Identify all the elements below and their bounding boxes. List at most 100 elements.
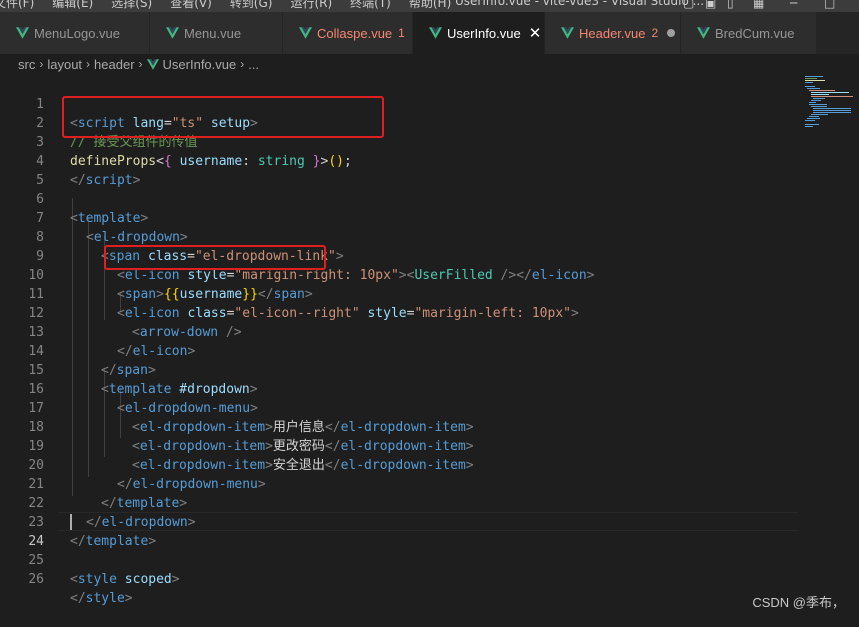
tab-label: Menu.vue bbox=[184, 25, 242, 41]
code-line: 8 <span class="el-dropdown-link"> bbox=[0, 209, 800, 264]
code-editor[interactable]: 1 <script lang="ts" setup> 2 // 接受父组件的传值… bbox=[0, 74, 859, 621]
vue-icon bbox=[16, 27, 29, 39]
menu-run[interactable]: 运行(R) bbox=[290, 0, 332, 11]
panel-toggle-icon[interactable]: ▣ bbox=[705, 0, 716, 10]
chevron-right-icon: › bbox=[138, 57, 143, 71]
breadcrumb: src › layout › header › UserInfo.vue › .… bbox=[0, 54, 859, 74]
minimap-line bbox=[805, 126, 813, 127]
vue-icon bbox=[146, 58, 159, 70]
tab-bredcum[interactable]: BredCum.vue bbox=[681, 12, 817, 54]
minimap-line bbox=[813, 112, 851, 113]
chevron-right-icon: › bbox=[86, 57, 91, 71]
tab-collaspe[interactable]: Collaspe.vue 1 bbox=[283, 12, 413, 54]
token: </ bbox=[70, 591, 86, 606]
code-line: 18 <el-dropdown-item>更改密码</el-dropdown-i… bbox=[0, 399, 800, 454]
watermark: CSDN @季布， bbox=[752, 595, 845, 610]
menu-bar: 文件(F) 编辑(E) 选择(S) 查看(V) 转到(G) 运行(R) 终端(T… bbox=[0, 0, 859, 12]
token: style bbox=[77, 572, 117, 587]
menu-edit[interactable]: 编辑(E) bbox=[52, 0, 93, 11]
minimap-line bbox=[809, 116, 819, 117]
customize-layout-icon[interactable]: ▦ bbox=[753, 0, 764, 10]
code-line: 22 </el-dropdown> bbox=[0, 475, 800, 530]
token: style bbox=[85, 591, 125, 606]
tab-label: MenuLogo.vue bbox=[34, 25, 121, 41]
tab-label: Collaspe.vue bbox=[317, 25, 393, 41]
code-line: 13 </el-icon> bbox=[0, 304, 800, 359]
minimap-line bbox=[813, 108, 851, 109]
minimap-line bbox=[805, 76, 823, 77]
code-line: 1 <script lang="ts" setup> bbox=[0, 76, 800, 131]
code-line: 23 </template> bbox=[0, 494, 800, 549]
minimap-line bbox=[805, 124, 819, 125]
minimap-line bbox=[805, 78, 817, 79]
minimap-line bbox=[813, 98, 825, 99]
minimap-line bbox=[807, 88, 820, 89]
maximize-icon[interactable]: □ bbox=[824, 0, 835, 10]
tab-label: BredCum.vue bbox=[715, 25, 795, 41]
minimap-line bbox=[805, 120, 815, 121]
code-text: <style scoped> bbox=[70, 570, 180, 589]
breadcrumb-header[interactable]: header bbox=[94, 57, 134, 72]
vue-icon bbox=[561, 27, 574, 39]
problem-count: 2 bbox=[651, 26, 659, 40]
tab-label: UserInfo.vue bbox=[447, 25, 521, 41]
breadcrumb-src[interactable]: src bbox=[18, 57, 35, 72]
vue-icon bbox=[166, 27, 179, 39]
menu-selection[interactable]: 选择(S) bbox=[111, 0, 152, 11]
breadcrumb-layout[interactable]: layout bbox=[47, 57, 82, 72]
chevron-right-icon: › bbox=[240, 57, 245, 71]
code-line: 15 <template #dropdown> bbox=[0, 342, 800, 397]
minimap-line bbox=[807, 118, 820, 119]
line-number: 26 bbox=[28, 572, 44, 587]
minimap-line bbox=[811, 114, 828, 115]
code-line: 12 <arrow-down /> bbox=[0, 285, 800, 340]
minimap-line bbox=[813, 110, 851, 111]
vue-icon bbox=[429, 27, 442, 39]
code-line: 21 </template> bbox=[0, 456, 800, 511]
code-line: 19 <el-dropdown-item>安全退出</el-dropdown-i… bbox=[0, 418, 800, 473]
tab-header[interactable]: Header.vue 2 bbox=[545, 12, 681, 54]
minimap-line bbox=[811, 94, 829, 95]
tab-bar: MenuLogo.vue Menu.vue Collaspe.vue 1 Use… bbox=[0, 12, 859, 54]
tab-label: Header.vue bbox=[579, 25, 646, 41]
code-line: 20 </el-dropdown-menu> bbox=[0, 437, 800, 492]
tab-menulogo[interactable]: MenuLogo.vue bbox=[0, 12, 150, 54]
minimap-line bbox=[805, 86, 815, 87]
close-icon[interactable]: ✕ bbox=[529, 24, 542, 42]
tab-menu[interactable]: Menu.vue bbox=[150, 12, 283, 54]
code-line: 24 bbox=[0, 513, 800, 549]
tab-userinfo[interactable]: UserInfo.vue ✕ bbox=[413, 12, 545, 54]
annotation-box-props bbox=[62, 96, 384, 138]
breadcrumb-file[interactable]: UserInfo.vue bbox=[163, 57, 237, 72]
minimap-line bbox=[809, 104, 827, 105]
breadcrumb-symbol[interactable]: ... bbox=[248, 57, 259, 72]
menu-view[interactable]: 查看(V) bbox=[170, 0, 212, 11]
menu-items: 文件(F) 编辑(E) 选择(S) 查看(V) 转到(G) 运行(R) 终端(T… bbox=[0, 0, 469, 11]
minimap-line bbox=[811, 100, 821, 101]
code-line: 7 <el-dropdown> bbox=[0, 190, 800, 245]
code-line: 5 bbox=[0, 152, 800, 188]
minimap-line bbox=[805, 80, 825, 81]
menu-help[interactable]: 帮助(H) bbox=[409, 0, 451, 11]
minimize-icon[interactable]: ─ bbox=[790, 0, 797, 10]
code-line: 26 </style> bbox=[0, 551, 800, 606]
menu-terminal[interactable]: 终端(T) bbox=[350, 0, 391, 11]
unsaved-dot-icon[interactable] bbox=[667, 29, 676, 37]
code-line: 16 <el-dropdown-menu> bbox=[0, 361, 800, 416]
window-title: UserInfo.vue - vite-vue3 - Visual Studio… bbox=[455, 0, 705, 8]
minimap-line bbox=[811, 92, 849, 93]
minimap-line bbox=[811, 96, 853, 97]
vue-icon bbox=[697, 27, 710, 39]
code-line: 17 <el-dropdown-item>用户信息</el-dropdown-i… bbox=[0, 380, 800, 435]
minimap[interactable] bbox=[800, 74, 859, 134]
menu-go[interactable]: 转到(G) bbox=[230, 0, 273, 11]
minimap-line bbox=[811, 106, 827, 107]
token: > bbox=[171, 572, 180, 587]
code-line: 14 </span> bbox=[0, 323, 800, 378]
token: < bbox=[70, 572, 78, 587]
menu-file[interactable]: 文件(F) bbox=[0, 0, 34, 11]
annotation-box-span bbox=[104, 245, 326, 270]
chevron-right-icon: › bbox=[39, 57, 44, 71]
layout-toggle-icon[interactable]: ▢ bbox=[683, 0, 694, 10]
sidebar-toggle-icon[interactable]: ▯ bbox=[727, 0, 734, 10]
